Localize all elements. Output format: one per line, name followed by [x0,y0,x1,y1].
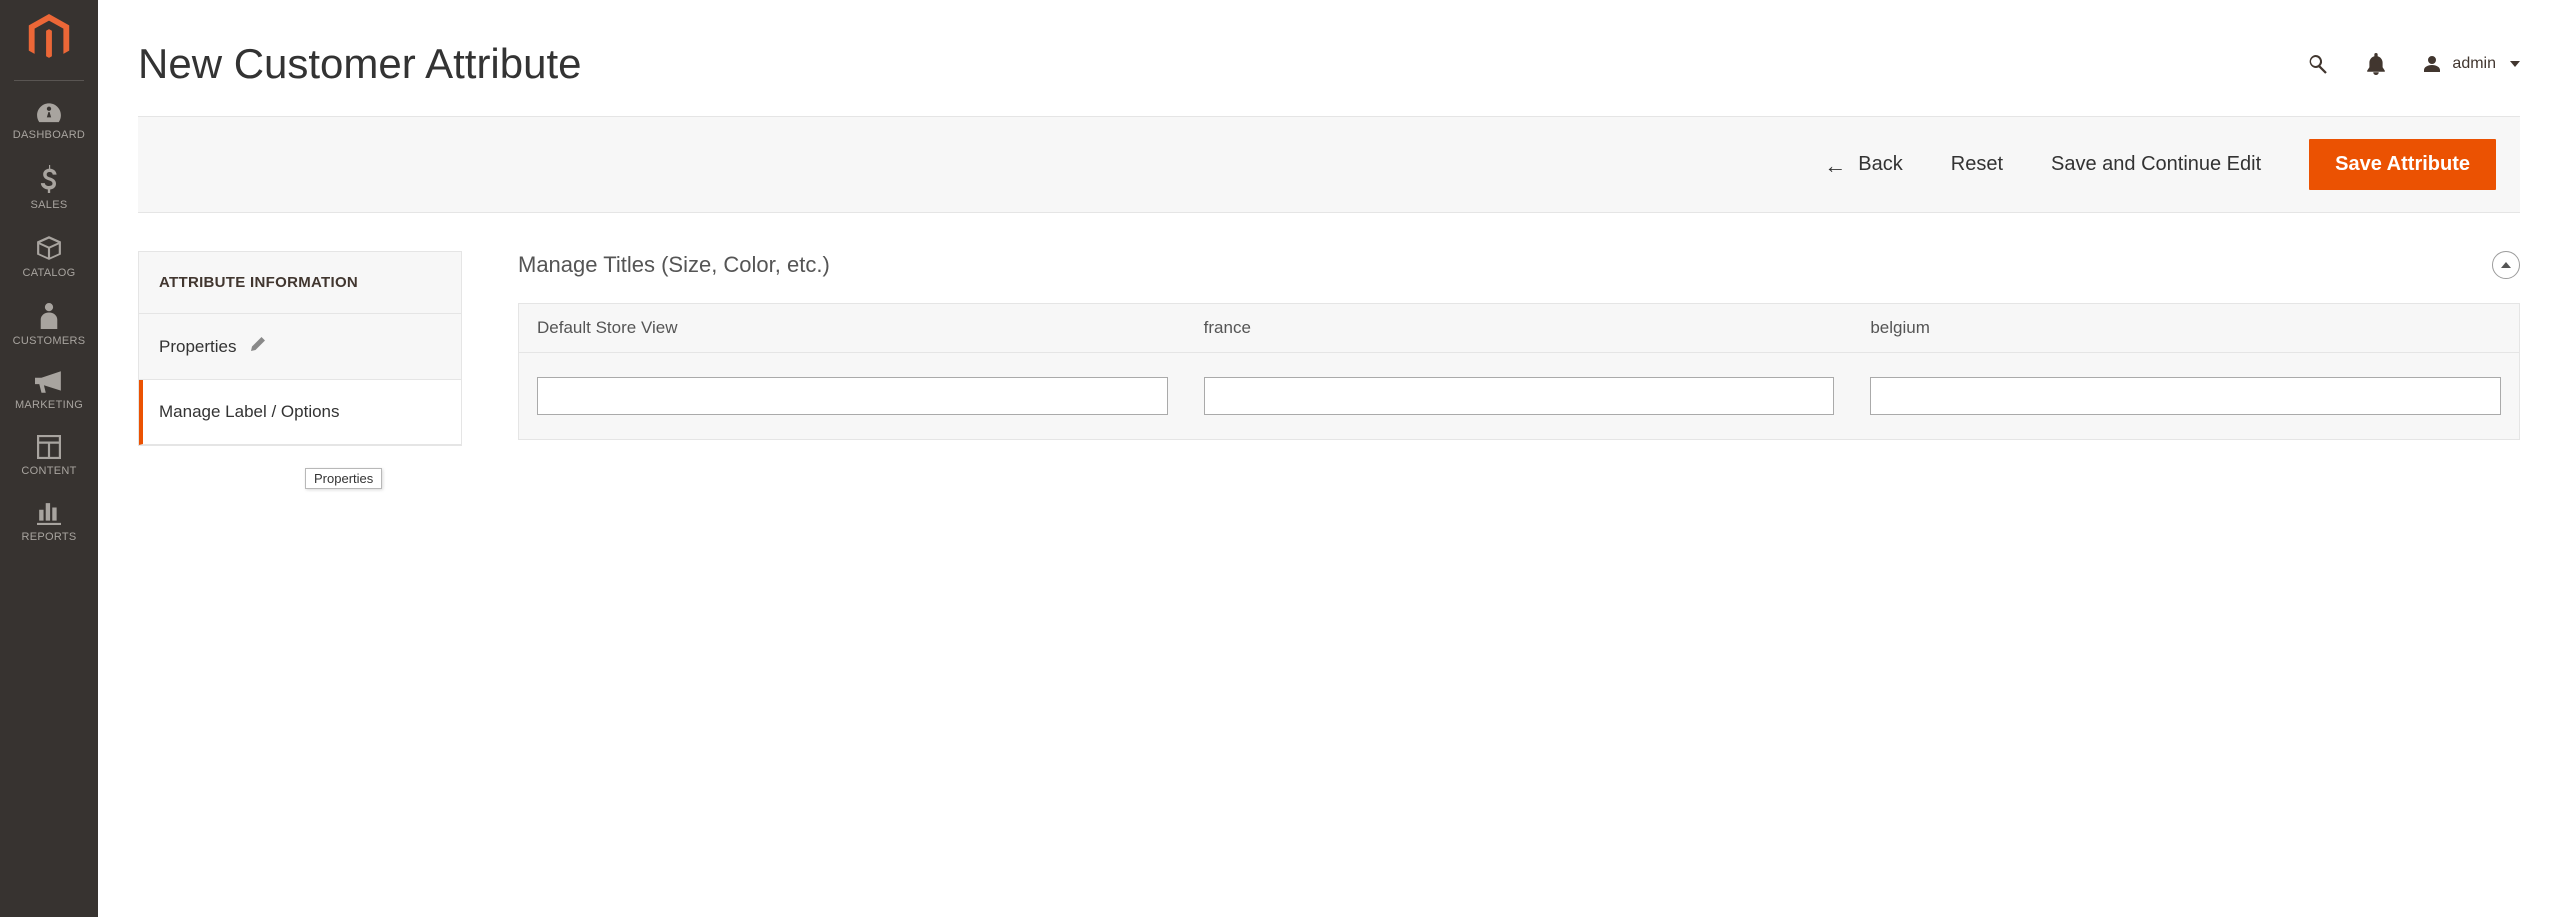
nav-label: CUSTOMERS [13,335,86,347]
nav-label: SALES [31,199,68,211]
collapse-toggle[interactable] [2492,251,2520,279]
content-row: ATTRIBUTE INFORMATION Properties Manage … [138,251,2520,446]
nav-label: MARKETING [15,399,83,411]
save-attribute-button[interactable]: Save Attribute [2309,139,2496,190]
col-header-default: Default Store View [519,304,1186,353]
page-title: New Customer Attribute [138,40,582,88]
title-input-belgium[interactable] [1870,377,2501,415]
tab-label: Manage Label / Options [159,402,340,422]
sidebar-item-reports[interactable]: REPORTS [0,491,98,557]
title-input-default[interactable] [537,377,1168,415]
nav-label: DASHBOARD [13,129,85,141]
caret-down-icon [2510,61,2520,67]
reset-label: Reset [1951,153,2003,176]
titles-table: Default Store View france belgium [518,303,2520,440]
notifications-icon[interactable] [2366,53,2386,75]
page-header: New Customer Attribute admin [138,0,2520,116]
action-bar: ← Back Reset Save and Continue Edit Save… [138,116,2520,213]
manage-titles-pane: Manage Titles (Size, Color, etc.) Defaul… [518,251,2520,446]
tab-properties[interactable]: Properties [139,314,461,380]
back-label: Back [1858,153,1902,176]
col-header-france: france [1186,304,1853,353]
save-continue-button[interactable]: Save and Continue Edit [2051,153,2261,176]
title-input-france[interactable] [1204,377,1835,415]
sidebar-item-content[interactable]: CONTENT [0,425,98,491]
nav-label: CATALOG [22,267,75,279]
table-header-row: Default Store View france belgium [519,304,2519,353]
nav-divider [14,80,84,81]
sidebar-item-customers[interactable]: CUSTOMERS [0,293,98,361]
back-button[interactable]: ← Back [1824,153,1902,176]
search-icon[interactable] [2306,52,2330,76]
reset-button[interactable]: Reset [1951,153,2003,176]
tab-manage-label[interactable]: Manage Label / Options [139,380,461,445]
panel-title: ATTRIBUTE INFORMATION [139,252,461,314]
attribute-info-panel: ATTRIBUTE INFORMATION Properties Manage … [138,251,462,446]
save-continue-label: Save and Continue Edit [2051,153,2261,176]
tooltip: Properties [305,468,382,489]
user-name: admin [2452,55,2496,73]
sidebar-item-sales[interactable]: SALES [0,155,98,225]
admin-sidebar: DASHBOARD SALES CATALOG CUSTOMERS MARKET… [0,0,98,917]
magento-logo[interactable] [27,14,71,62]
nav-label: CONTENT [21,465,76,477]
sidebar-item-catalog[interactable]: CATALOG [0,225,98,293]
main-content: New Customer Attribute admin ← Back Rese… [98,0,2560,917]
chevron-up-icon [2501,262,2511,268]
arrow-left-icon: ← [1824,155,1846,177]
sidebar-item-marketing[interactable]: MARKETING [0,361,98,425]
save-label: Save Attribute [2335,153,2470,176]
header-tools: admin [2306,52,2520,76]
col-header-belgium: belgium [1852,304,2519,353]
user-menu[interactable]: admin [2422,54,2520,74]
edit-icon [250,336,266,357]
section-title: Manage Titles (Size, Color, etc.) [518,252,830,278]
table-row [519,353,2519,439]
nav-label: REPORTS [21,531,76,543]
sidebar-item-dashboard[interactable]: DASHBOARD [0,91,98,155]
tab-label: Properties [159,337,236,357]
section-head: Manage Titles (Size, Color, etc.) [518,251,2520,279]
